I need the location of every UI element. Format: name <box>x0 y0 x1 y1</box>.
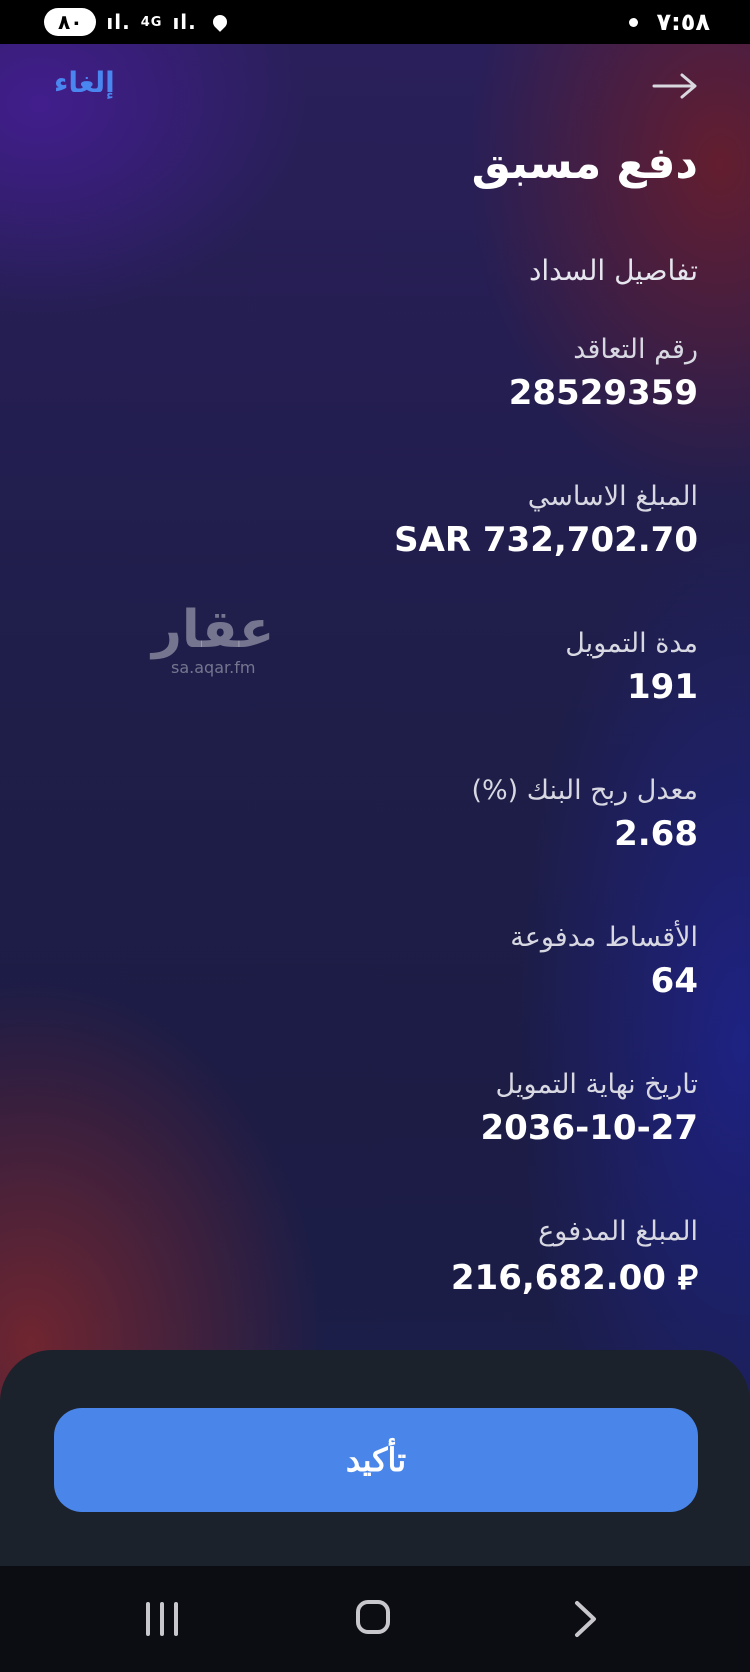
field-label: رقم التعاقد <box>573 334 698 365</box>
field-finance-duration: مدة التمويل 191 <box>565 628 698 707</box>
signal-icon-2: ıl. <box>172 10 197 34</box>
field-value: 216,682.00 ⃁ <box>450 1258 698 1298</box>
battery-indicator: ٨٠ <box>44 8 97 36</box>
notification-dot-icon <box>629 17 639 27</box>
status-time: ٧:٥٨ <box>656 8 710 36</box>
home-icon[interactable] <box>356 1600 390 1634</box>
watermark-url: sa.aqar.fm <box>171 658 256 677</box>
field-paid-amount: المبلغ المدفوع 216,682.00 ⃁ <box>451 1216 698 1299</box>
arrow-right-icon[interactable] <box>652 72 698 100</box>
field-value: 28529359 <box>508 373 698 413</box>
field-label: الأقساط مدفوعة <box>510 922 698 953</box>
status-bar: ٨٠ ıl. 4G ıl. ٧:٥٨ <box>0 0 750 44</box>
section-title: تفاصيل السداد <box>528 254 698 287</box>
cancel-button[interactable]: إلغاء <box>54 66 115 99</box>
navigation-bar <box>0 1566 750 1672</box>
field-principal-amount: المبلغ الاساسي SAR 732,702.70 <box>394 481 698 560</box>
bottom-sheet: تأكيد <box>0 1350 750 1566</box>
field-label: مدة التمويل <box>565 628 698 659</box>
prepayment-screen: إلغاء دفع مسبق تفاصيل السداد رقم التعاقد… <box>0 44 750 1566</box>
field-value: SAR 732,702.70 <box>394 520 698 560</box>
field-label: المبلغ المدفوع <box>538 1216 698 1247</box>
field-finance-end-date: تاريخ نهاية التمويل 2036-10-27 <box>481 1069 698 1148</box>
signal-icon: ıl. <box>106 10 131 34</box>
field-contract-number: رقم التعاقد 28529359 <box>509 334 698 413</box>
status-left: ٨٠ ıl. 4G ıl. <box>44 8 230 36</box>
field-paid-installments: الأقساط مدفوعة 64 <box>510 922 698 1001</box>
confirm-button[interactable]: تأكيد <box>54 1408 698 1512</box>
field-value: 2.68 <box>614 814 698 854</box>
back-chevron-icon[interactable] <box>572 1600 600 1638</box>
recent-apps-icon[interactable] <box>146 1602 180 1636</box>
field-value: 2036-10-27 <box>480 1108 698 1148</box>
page-title: دفع مسبق <box>471 138 698 189</box>
field-label: تاريخ نهاية التمويل <box>495 1069 698 1100</box>
field-value: 64 <box>650 961 698 1001</box>
field-bank-profit-rate: معدل ربح البنك (%) 2.68 <box>471 775 698 854</box>
aqar-watermark: عقار sa.aqar.fm <box>152 604 274 677</box>
field-label: المبلغ الاساسي <box>527 481 698 512</box>
field-label: معدل ربح البنك (%) <box>471 775 698 806</box>
field-value: 191 <box>627 667 698 707</box>
status-right: ٧:٥٨ <box>629 8 710 36</box>
network-type: 4G <box>140 14 163 30</box>
watermark-logo-text: عقار <box>152 600 275 660</box>
location-icon <box>209 12 230 32</box>
